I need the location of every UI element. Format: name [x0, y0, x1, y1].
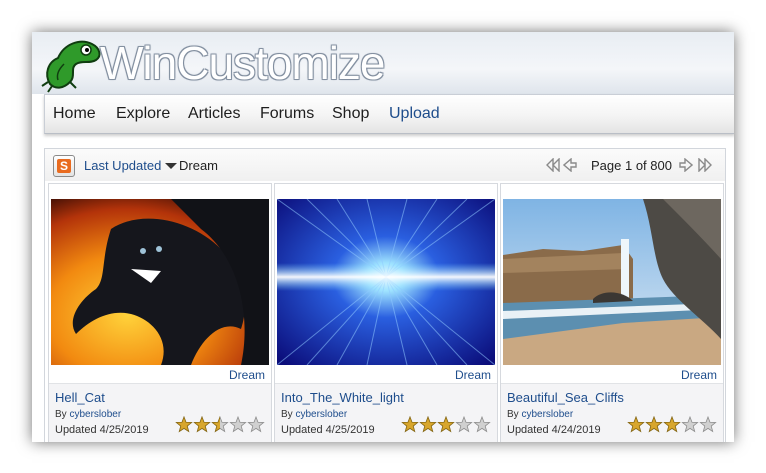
wallpaper-thumbnail-hell-cat[interactable] — [51, 199, 269, 365]
author-link[interactable]: cyberslober — [295, 409, 347, 420]
rating-stars — [175, 416, 265, 433]
wallpaper-thumbnail-into-the-white-light[interactable] — [277, 199, 495, 365]
updated-date: Updated 4/24/2019 — [507, 424, 601, 436]
wallpaper-thumbnail-beautiful-sea-cliffs[interactable] — [503, 199, 721, 365]
star-filled-icon — [175, 416, 193, 433]
site-banner: WinCustomize — [32, 32, 734, 94]
last-page-icon[interactable] — [697, 158, 713, 172]
nav-item-explore[interactable]: Explore — [116, 105, 170, 123]
category-link[interactable]: Dream — [229, 368, 265, 382]
author-line: By cyberslober — [55, 409, 121, 420]
gecko-logo-icon[interactable] — [40, 34, 108, 94]
first-page-icon[interactable] — [545, 158, 561, 172]
star-filled-icon — [193, 416, 211, 433]
star-filled-icon — [627, 416, 645, 433]
category-link[interactable]: Dream — [681, 368, 717, 382]
by-prefix: By — [281, 409, 293, 420]
sort-by-link[interactable]: Last Updated — [84, 158, 161, 173]
author-line: By cyberslober — [507, 409, 573, 420]
star-filled-icon — [437, 416, 455, 433]
star-filled-icon — [419, 416, 437, 433]
updated-date: Updated 4/25/2019 — [281, 424, 375, 436]
rating-stars — [627, 416, 717, 433]
star-empty-icon — [247, 416, 265, 433]
logo-wordmark[interactable]: WinCustomize — [100, 36, 386, 90]
author-link[interactable]: cyberslober — [521, 409, 573, 420]
wallpaper-card[interactable]: Dream Beautiful_Sea_Cliffs By cyberslobe… — [500, 183, 724, 442]
by-prefix: By — [55, 409, 67, 420]
by-prefix: By — [507, 409, 519, 420]
rating-stars — [401, 416, 491, 433]
card-meta: Into_The_White_light By cyberslober Upda… — [275, 383, 497, 442]
browser-window: WinCustomize Home Explore Articles Forum… — [32, 32, 734, 442]
star-filled-icon — [401, 416, 419, 433]
author-line: By cyberslober — [281, 409, 347, 420]
gallery-panel: S Last Updated Dream Page 1 of 800 Dream… — [44, 148, 726, 442]
card-meta: Hell_Cat By cyberslober Updated 4/25/201… — [49, 383, 271, 442]
nav-item-forums[interactable]: Forums — [260, 105, 314, 123]
main-nav: Home Explore Articles Forums Shop Upload — [44, 94, 734, 134]
star-empty-icon — [455, 416, 473, 433]
wallpaper-title-link[interactable]: Into_The_White_light — [281, 390, 404, 405]
category-filter-label: Dream — [179, 158, 219, 173]
wallpaper-card[interactable]: Dream Hell_Cat By cyberslober Updated 4/… — [48, 183, 272, 442]
star-empty-icon — [229, 416, 247, 433]
star-filled-icon — [663, 416, 681, 433]
nav-item-articles[interactable]: Articles — [188, 105, 240, 123]
updated-date: Updated 4/25/2019 — [55, 424, 149, 436]
sort-button[interactable]: S — [53, 155, 75, 177]
wallpaper-title-link[interactable]: Hell_Cat — [55, 390, 105, 405]
previous-page-icon[interactable] — [563, 158, 577, 172]
next-page-icon[interactable] — [679, 158, 693, 172]
author-link[interactable]: cyberslober — [69, 409, 121, 420]
wallpaper-card[interactable]: Dream Into_The_White_light By cyberslobe… — [274, 183, 498, 442]
pagination-label: Page 1 of 800 — [591, 158, 672, 173]
nav-item-home[interactable]: Home — [53, 105, 96, 123]
star-empty-icon — [473, 416, 491, 433]
sort-dropdown-caret-icon[interactable] — [165, 163, 177, 169]
sort-s-icon: S — [57, 159, 71, 173]
nav-item-shop[interactable]: Shop — [332, 105, 369, 123]
nav-item-upload[interactable]: Upload — [389, 105, 440, 123]
category-link[interactable]: Dream — [455, 368, 491, 382]
card-meta: Beautiful_Sea_Cliffs By cyberslober Upda… — [501, 383, 723, 442]
star-filled-icon — [645, 416, 663, 433]
star-empty-icon — [699, 416, 717, 433]
wallpaper-title-link[interactable]: Beautiful_Sea_Cliffs — [507, 390, 624, 405]
star-empty-icon — [681, 416, 699, 433]
gallery-toolbar: S Last Updated Dream Page 1 of 800 — [45, 149, 725, 181]
